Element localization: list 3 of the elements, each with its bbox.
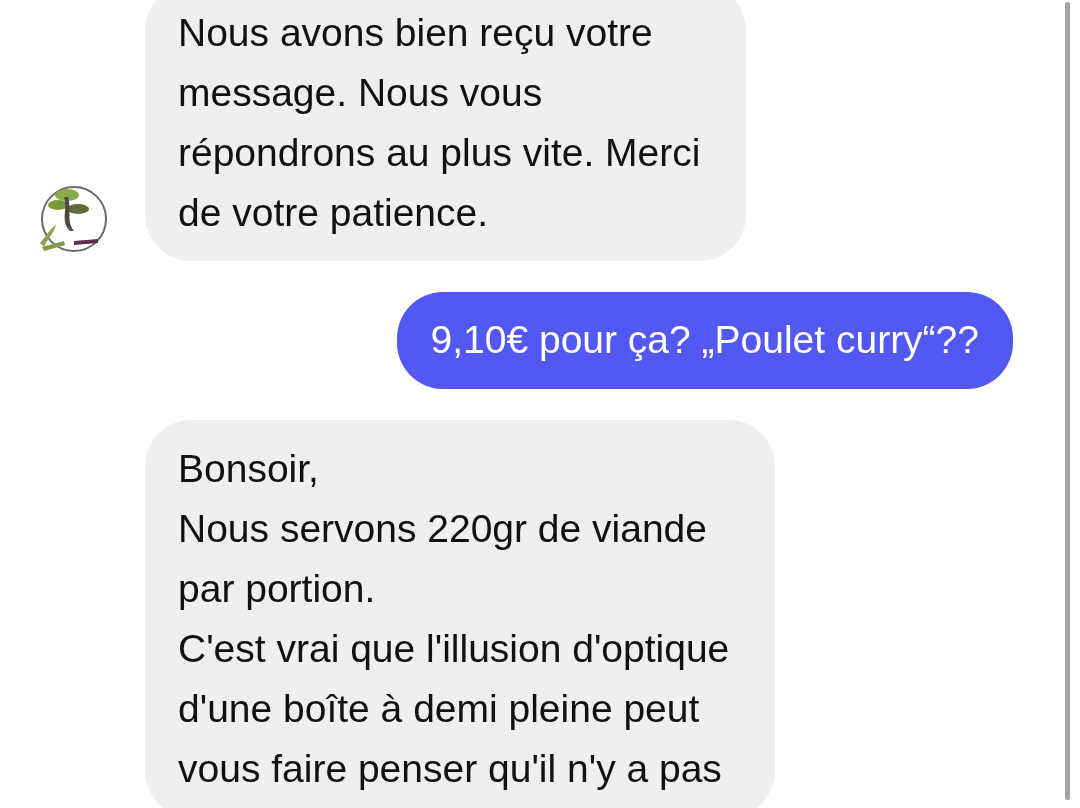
received-message: Nous avons bien reçu votre message. Nous vous répondrons au plus vite. Merci de votre patience. bbox=[145, 0, 747, 261]
sent-message: 9,10€ pour ça? „Poulet curry“?? bbox=[396, 292, 1013, 389]
received-message: Bonsoir, Nous servons 220gr de viande par portion. C'est vrai que l'illusion d'optique d'une boîte à demi pleine peut vous faire penser qu'il n'y a pas bbox=[145, 420, 776, 808]
